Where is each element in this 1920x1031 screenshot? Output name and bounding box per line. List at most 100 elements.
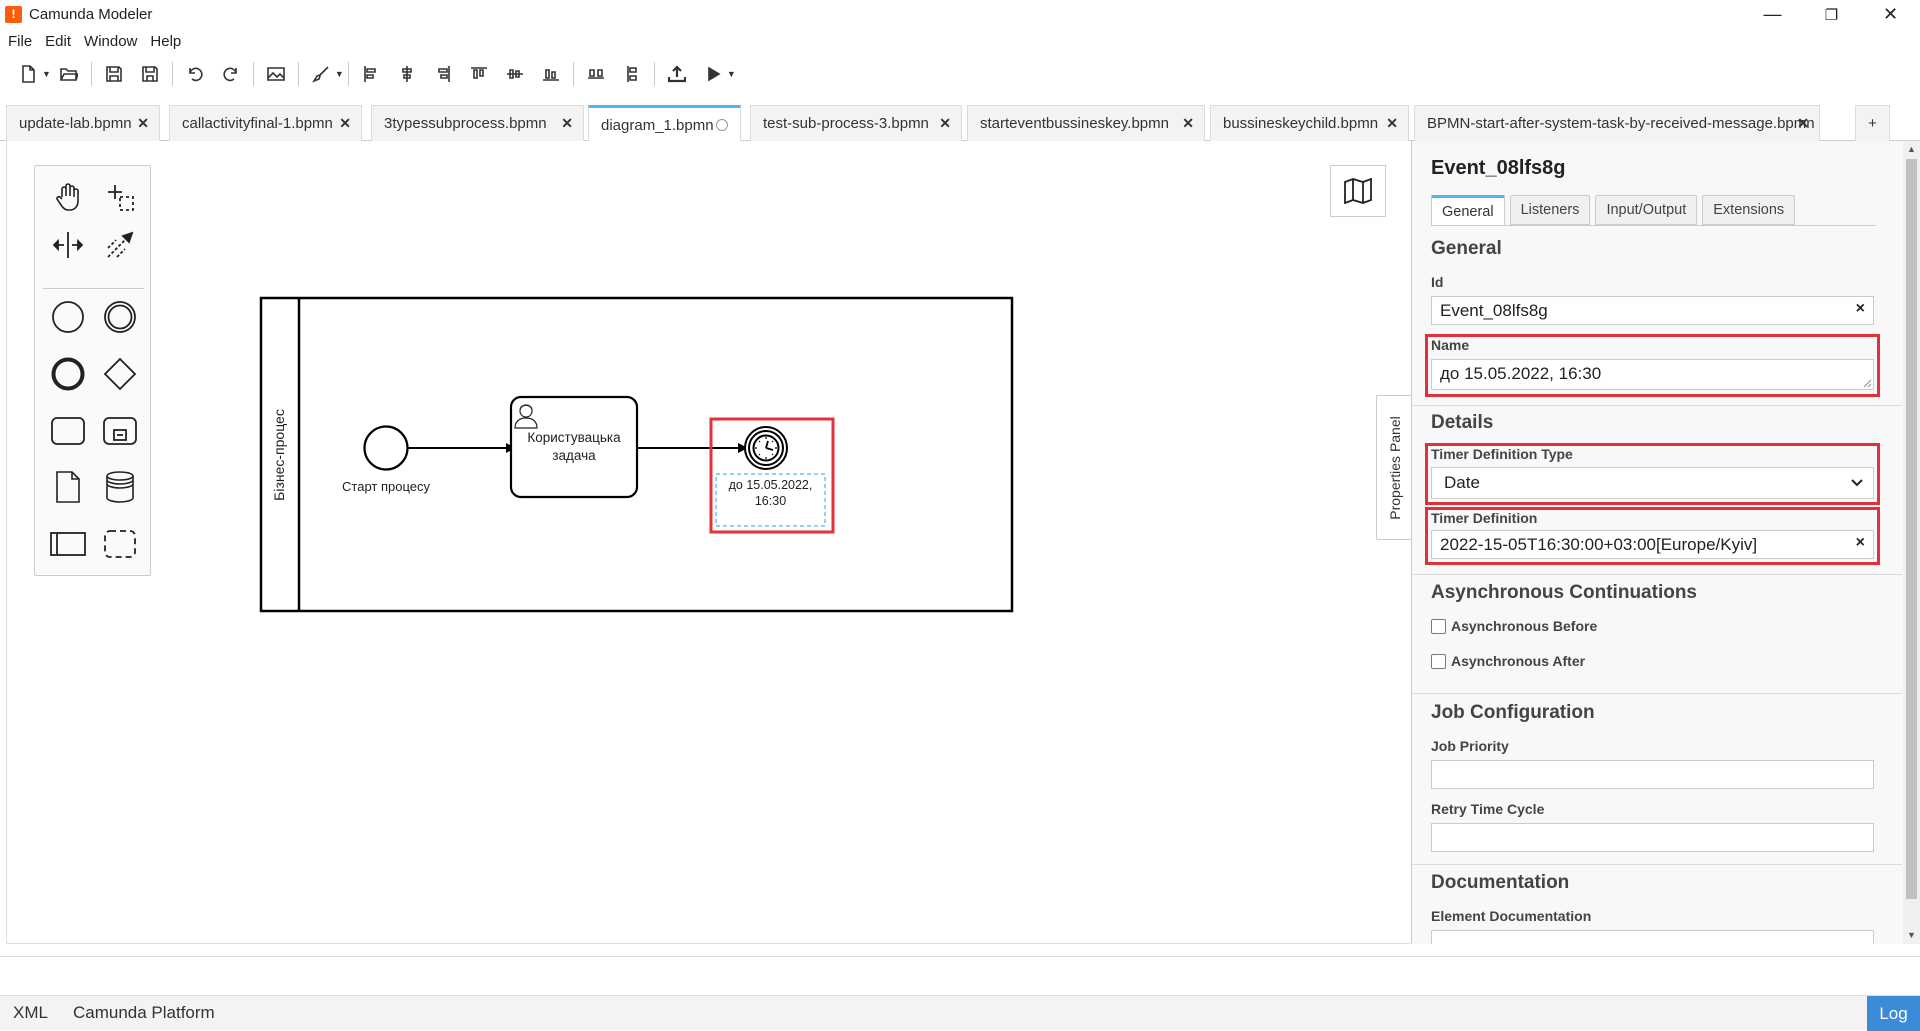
close-tab-icon[interactable]: ✕ (339, 115, 351, 132)
align-middle-button[interactable] (497, 58, 533, 90)
align-bottom-button[interactable] (533, 58, 569, 90)
maximize-button[interactable]: ❐ (1802, 0, 1861, 29)
async-after-row[interactable]: Asynchronous After (1431, 653, 1585, 669)
toolbar-divider (297, 62, 299, 86)
tab-callactivityfinal[interactable]: callactivityfinal-1.bpmn ✕ (169, 105, 362, 141)
retry-time-cycle-label: Retry Time Cycle (1431, 801, 1545, 817)
play-icon (708, 66, 721, 82)
scroll-up-icon[interactable]: ▲ (1903, 141, 1920, 158)
toolbar-divider (171, 62, 173, 86)
diagram-canvas[interactable]: Бізнес-процес Старт процесу Користувацьк… (6, 141, 1410, 944)
tab-bpmn-start-after-system-task[interactable]: BPMN-start-after-system-task-by-received… (1414, 105, 1820, 141)
properties-panel-toggle-label: Properties Panel (1386, 415, 1403, 520)
job-config-group-title: Job Configuration (1431, 702, 1595, 723)
color-picker-dropdown-icon[interactable]: ▼ (335, 69, 344, 79)
minimize-button[interactable]: — (1743, 0, 1802, 29)
scroll-down-icon[interactable]: ▼ (1903, 927, 1920, 944)
timer-type-label: Timer Definition Type (1431, 446, 1573, 462)
align-left-button[interactable] (353, 58, 389, 90)
close-tab-icon[interactable]: ✕ (939, 115, 951, 132)
tab-starteventbussineskey[interactable]: starteventbussineskey.bpmn ✕ (967, 105, 1205, 141)
folder-open-icon (60, 68, 78, 81)
job-priority-input[interactable] (1431, 760, 1874, 789)
timer-definition-input[interactable]: 2022-15-05T16:30:00+03:00[Europe/Kyiv] × (1431, 530, 1874, 559)
align-top-button[interactable] (461, 58, 497, 90)
async-before-label: Asynchronous Before (1451, 618, 1598, 634)
properties-scrollbar[interactable]: ▲ ▼ (1903, 141, 1920, 944)
redo-button[interactable] (213, 58, 249, 90)
save-as-button[interactable] (132, 58, 168, 90)
bpmn-diagram[interactable] (7, 141, 1307, 641)
upload-icon (667, 65, 686, 83)
align-center-button[interactable] (389, 58, 425, 90)
pool-label: Бізнес-процес (271, 409, 287, 501)
log-toggle-button[interactable]: Log (1867, 996, 1920, 1031)
menu-edit[interactable]: Edit (45, 33, 71, 50)
close-tab-icon[interactable]: ✕ (1797, 115, 1809, 132)
tab-listeners[interactable]: Listeners (1509, 195, 1591, 225)
element-documentation-input[interactable] (1431, 930, 1874, 944)
close-tab-icon[interactable]: ✕ (1386, 115, 1398, 132)
properties-panel-toggle[interactable]: Properties Panel (1376, 395, 1412, 540)
status-bar: XML Camunda Platform Log (0, 995, 1920, 1031)
tab-test-sub-process-3[interactable]: test-sub-process-3.bpmn ✕ (750, 105, 962, 141)
close-button[interactable]: ✕ (1861, 0, 1920, 29)
timer-event-label-line2: 16:30 (754, 494, 787, 508)
xml-view-button[interactable]: XML (13, 1003, 48, 1023)
user-task-shape[interactable] (509, 395, 639, 499)
retry-time-cycle-input[interactable] (1431, 823, 1874, 852)
element-title: Event_08lfs8g (1431, 157, 1566, 179)
new-file-button[interactable] (10, 58, 46, 90)
engine-platform-button[interactable]: Camunda Platform (73, 1003, 215, 1023)
unsaved-indicator-icon (716, 119, 728, 131)
async-before-checkbox[interactable] (1431, 618, 1446, 634)
tab-general[interactable]: General (1431, 195, 1505, 225)
tabs-underline (1431, 225, 1876, 226)
timer-type-select[interactable]: Date (1431, 467, 1874, 499)
tab-3typessubprocess[interactable]: 3typessubprocess.bpmn ✕ (371, 105, 584, 141)
scrollbar-thumb[interactable] (1906, 159, 1917, 899)
undo-button[interactable] (177, 58, 213, 90)
close-tab-icon[interactable]: ✕ (1182, 115, 1194, 132)
menu-window[interactable]: Window (84, 33, 137, 50)
tab-input-output[interactable]: Input/Output (1595, 195, 1698, 225)
align-right-button[interactable] (425, 58, 461, 90)
tab-extensions[interactable]: Extensions (1702, 195, 1796, 225)
align-top-icon (470, 67, 487, 79)
tab-label: starteventbussineskey.bpmn (980, 115, 1169, 132)
async-before-row[interactable]: Asynchronous Before (1431, 618, 1597, 634)
deploy-button[interactable] (659, 58, 695, 90)
color-picker-button[interactable] (303, 58, 339, 90)
distribute-horizontal-button[interactable] (578, 58, 614, 90)
image-icon (267, 67, 285, 81)
distribute-vertical-button[interactable] (614, 58, 650, 90)
save-as-icon (142, 66, 158, 82)
save-button[interactable] (96, 58, 132, 90)
clear-timer-definition-icon[interactable]: × (1856, 534, 1865, 552)
name-textarea[interactable]: до 15.05.2022, 16:30 (1431, 359, 1874, 390)
close-tab-icon[interactable]: ✕ (561, 115, 573, 132)
map-icon (1344, 178, 1372, 204)
new-tab-button[interactable]: + (1855, 105, 1890, 141)
id-input[interactable]: Event_08lfs8g × (1431, 296, 1874, 325)
open-file-button[interactable] (51, 58, 87, 90)
timer-definition-value: 2022-15-05T16:30:00+03:00[Europe/Kyiv] (1440, 535, 1758, 554)
start-event-shape[interactable] (363, 425, 409, 471)
minimap-toggle-button[interactable] (1330, 165, 1386, 217)
tab-label: bussineskeychild.bpmn (1223, 115, 1379, 132)
tab-update-lab[interactable]: update-lab.bpmn ✕ (6, 105, 160, 141)
tab-bussineskeychild[interactable]: bussineskeychild.bpmn ✕ (1210, 105, 1409, 141)
start-instance-dropdown-icon[interactable]: ▼ (727, 69, 736, 79)
new-file-dropdown-icon[interactable]: ▼ (42, 69, 51, 79)
clear-id-icon[interactable]: × (1856, 300, 1865, 318)
group-divider (1412, 574, 1902, 575)
documentation-group-title: Documentation (1431, 872, 1570, 893)
menu-file[interactable]: File (8, 33, 32, 50)
menu-help[interactable]: Help (150, 33, 181, 50)
export-image-button[interactable] (258, 58, 294, 90)
tab-diagram-1[interactable]: diagram_1.bpmn (588, 105, 741, 142)
async-after-checkbox[interactable] (1431, 653, 1446, 669)
timer-intermediate-event-shape[interactable] (744, 426, 788, 470)
start-instance-button[interactable] (695, 58, 731, 90)
close-tab-icon[interactable]: ✕ (137, 115, 149, 132)
